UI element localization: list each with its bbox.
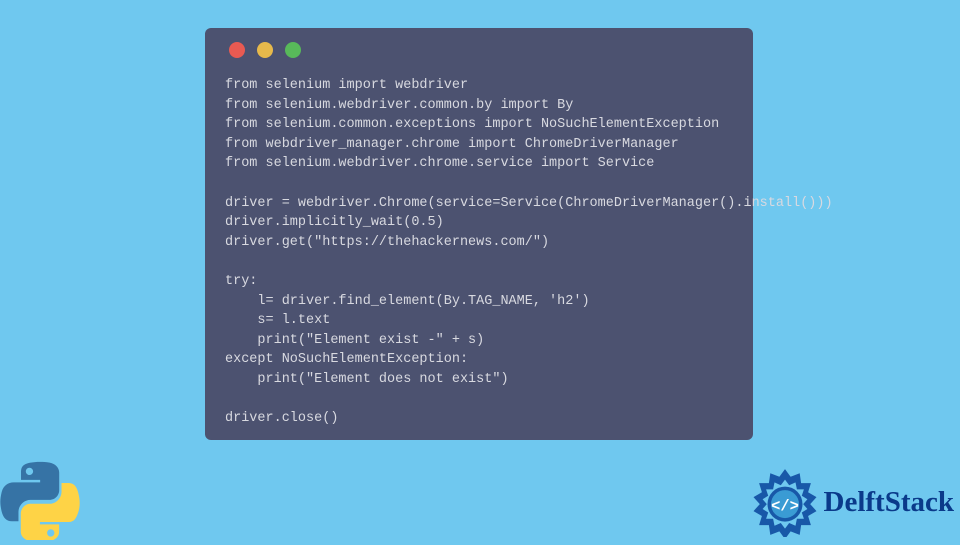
close-dot-icon [229, 42, 245, 58]
svg-text:</>: </> [771, 497, 799, 515]
code-window: from selenium import webdriver from sele… [205, 28, 753, 440]
window-controls [229, 42, 733, 58]
brand-name: DelftStack [824, 486, 954, 519]
python-logo-icon [0, 460, 80, 540]
delftstack-gear-icon: </> [750, 467, 820, 537]
minimize-dot-icon [257, 42, 273, 58]
maximize-dot-icon [285, 42, 301, 58]
code-block: from selenium import webdriver from sele… [225, 76, 733, 429]
delftstack-brand: </> DelftStack [750, 467, 954, 537]
